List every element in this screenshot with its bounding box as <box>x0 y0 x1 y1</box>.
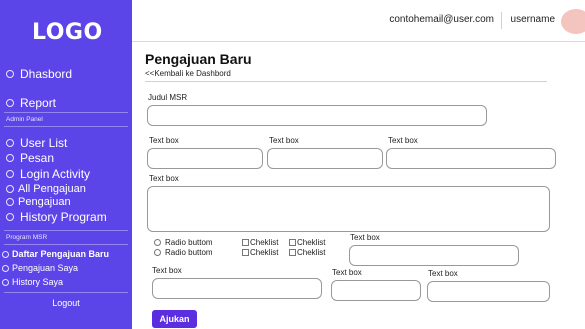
sidebar-item-daftar-pengajuan-baru[interactable]: Daftar Pengajuan Baru <box>2 249 109 259</box>
circle-icon <box>2 264 9 272</box>
checklist-item[interactable]: Cheklist <box>289 248 325 257</box>
text-box-label: Text box <box>152 266 182 275</box>
sidebar-item-label: Report <box>20 96 57 110</box>
checkbox-icon <box>242 239 249 246</box>
sidebar-item-label: All Pengajuan <box>18 183 86 195</box>
ajukan-button[interactable]: Ajukan <box>152 310 197 328</box>
text-box-input[interactable] <box>152 278 322 299</box>
header-divider <box>501 12 502 29</box>
username-label[interactable]: username <box>511 14 555 25</box>
sidebar-divider <box>4 292 128 293</box>
sidebar-item-label: Pesan <box>20 151 55 165</box>
sidebar-item-label: Dhasbord <box>20 67 73 81</box>
page-title: Pengajuan Baru <box>145 51 252 67</box>
text-box-label: Text box <box>388 136 418 145</box>
text-box-label: Text box <box>332 268 362 277</box>
radio-icon <box>154 239 161 246</box>
avatar[interactable] <box>561 9 585 34</box>
sidebar-item-pengajuan-saya[interactable]: Pengajuan Saya <box>2 263 78 273</box>
radio-label: Radio buttom <box>165 238 213 247</box>
top-bar: contohemail@user.com username <box>132 0 585 42</box>
circle-icon <box>6 154 14 162</box>
circle-icon <box>6 213 14 221</box>
circle-icon <box>2 250 9 258</box>
sidebar-item-label: Pengajuan <box>18 196 71 208</box>
circle-icon <box>6 185 14 193</box>
checklist-item[interactable]: Cheklist <box>242 248 278 257</box>
text-box-label: Text box <box>428 269 458 278</box>
logo: LOGO <box>32 20 103 45</box>
sidebar-item-report[interactable]: Report <box>6 96 56 110</box>
text-box-label: Text box <box>149 136 179 145</box>
sidebar-divider <box>4 112 128 113</box>
checkbox-icon <box>289 249 296 256</box>
sidebar-divider <box>4 244 128 245</box>
radio-label: Radio buttom <box>165 248 213 257</box>
sidebar-item-dhasbord[interactable]: Dhasbord <box>6 67 72 81</box>
radio-option[interactable]: Radio buttom <box>154 238 213 247</box>
sidebar-item-label: History Saya <box>12 277 64 287</box>
user-email: contohemail@user.com <box>389 14 494 25</box>
sidebar-item-label: Login Activity <box>20 167 91 181</box>
text-box-input[interactable] <box>349 245 519 266</box>
checklist-label: Cheklist <box>250 238 279 247</box>
sidebar-item-pesan[interactable]: Pesan <box>6 151 54 165</box>
admin-section-label: Admin Panel <box>6 116 43 123</box>
back-to-dashboard-link[interactable]: <<Kembali ke Dashbord <box>145 69 231 78</box>
checklist-label: Cheklist <box>250 248 279 257</box>
sidebar-item-label: Daftar Pengajuan Baru <box>12 249 110 259</box>
sidebar-item-history-saya[interactable]: History Saya <box>2 277 63 287</box>
sidebar: LOGO Dhasbord Report Admin Panel User Li… <box>0 0 132 329</box>
sidebar-item-login-activity[interactable]: Login Activity <box>6 167 90 181</box>
sidebar-divider <box>4 230 128 231</box>
text-box-label: Text box <box>149 174 179 183</box>
sidebar-item-label: User List <box>20 136 68 150</box>
circle-icon <box>6 139 14 147</box>
checkbox-icon <box>242 249 249 256</box>
checklist-item[interactable]: Cheklist <box>242 238 278 247</box>
text-box-input[interactable] <box>267 148 383 169</box>
text-box-input[interactable] <box>331 280 421 301</box>
sidebar-item-all-pengajuan[interactable]: All Pengajuan <box>6 183 86 195</box>
text-box-input[interactable] <box>386 148 556 169</box>
text-box-label: Text box <box>269 136 299 145</box>
sidebar-item-label: History Program <box>20 210 107 224</box>
circle-icon <box>6 198 14 206</box>
circle-icon <box>6 70 14 78</box>
checklist-label: Cheklist <box>297 238 326 247</box>
sidebar-item-pengajuan[interactable]: Pengajuan <box>6 196 71 208</box>
checklist-label: Cheklist <box>297 248 326 257</box>
judul-msr-label: Judul MSR <box>148 93 188 102</box>
circle-icon <box>2 278 9 286</box>
textarea-input[interactable] <box>147 186 550 232</box>
radio-option[interactable]: Radio buttom <box>154 248 213 257</box>
circle-icon <box>6 170 14 178</box>
sidebar-item-label: Pengajuan Saya <box>12 263 79 273</box>
sidebar-divider <box>4 126 128 127</box>
judul-msr-input[interactable] <box>147 105 487 126</box>
checklist-item[interactable]: Cheklist <box>289 238 325 247</box>
checkbox-icon <box>289 239 296 246</box>
app-window: LOGO Dhasbord Report Admin Panel User Li… <box>0 0 585 329</box>
msr-section-label: Program MSR <box>6 234 48 241</box>
logout-button[interactable]: Logout <box>0 298 132 308</box>
sidebar-item-history-program[interactable]: History Program <box>6 210 107 224</box>
title-divider <box>145 81 547 82</box>
radio-icon <box>154 249 161 256</box>
text-box-input[interactable] <box>427 281 550 302</box>
text-box-input[interactable] <box>147 148 263 169</box>
circle-icon <box>6 99 14 107</box>
sidebar-item-user-list[interactable]: User List <box>6 136 67 150</box>
text-box-label: Text box <box>350 233 380 242</box>
